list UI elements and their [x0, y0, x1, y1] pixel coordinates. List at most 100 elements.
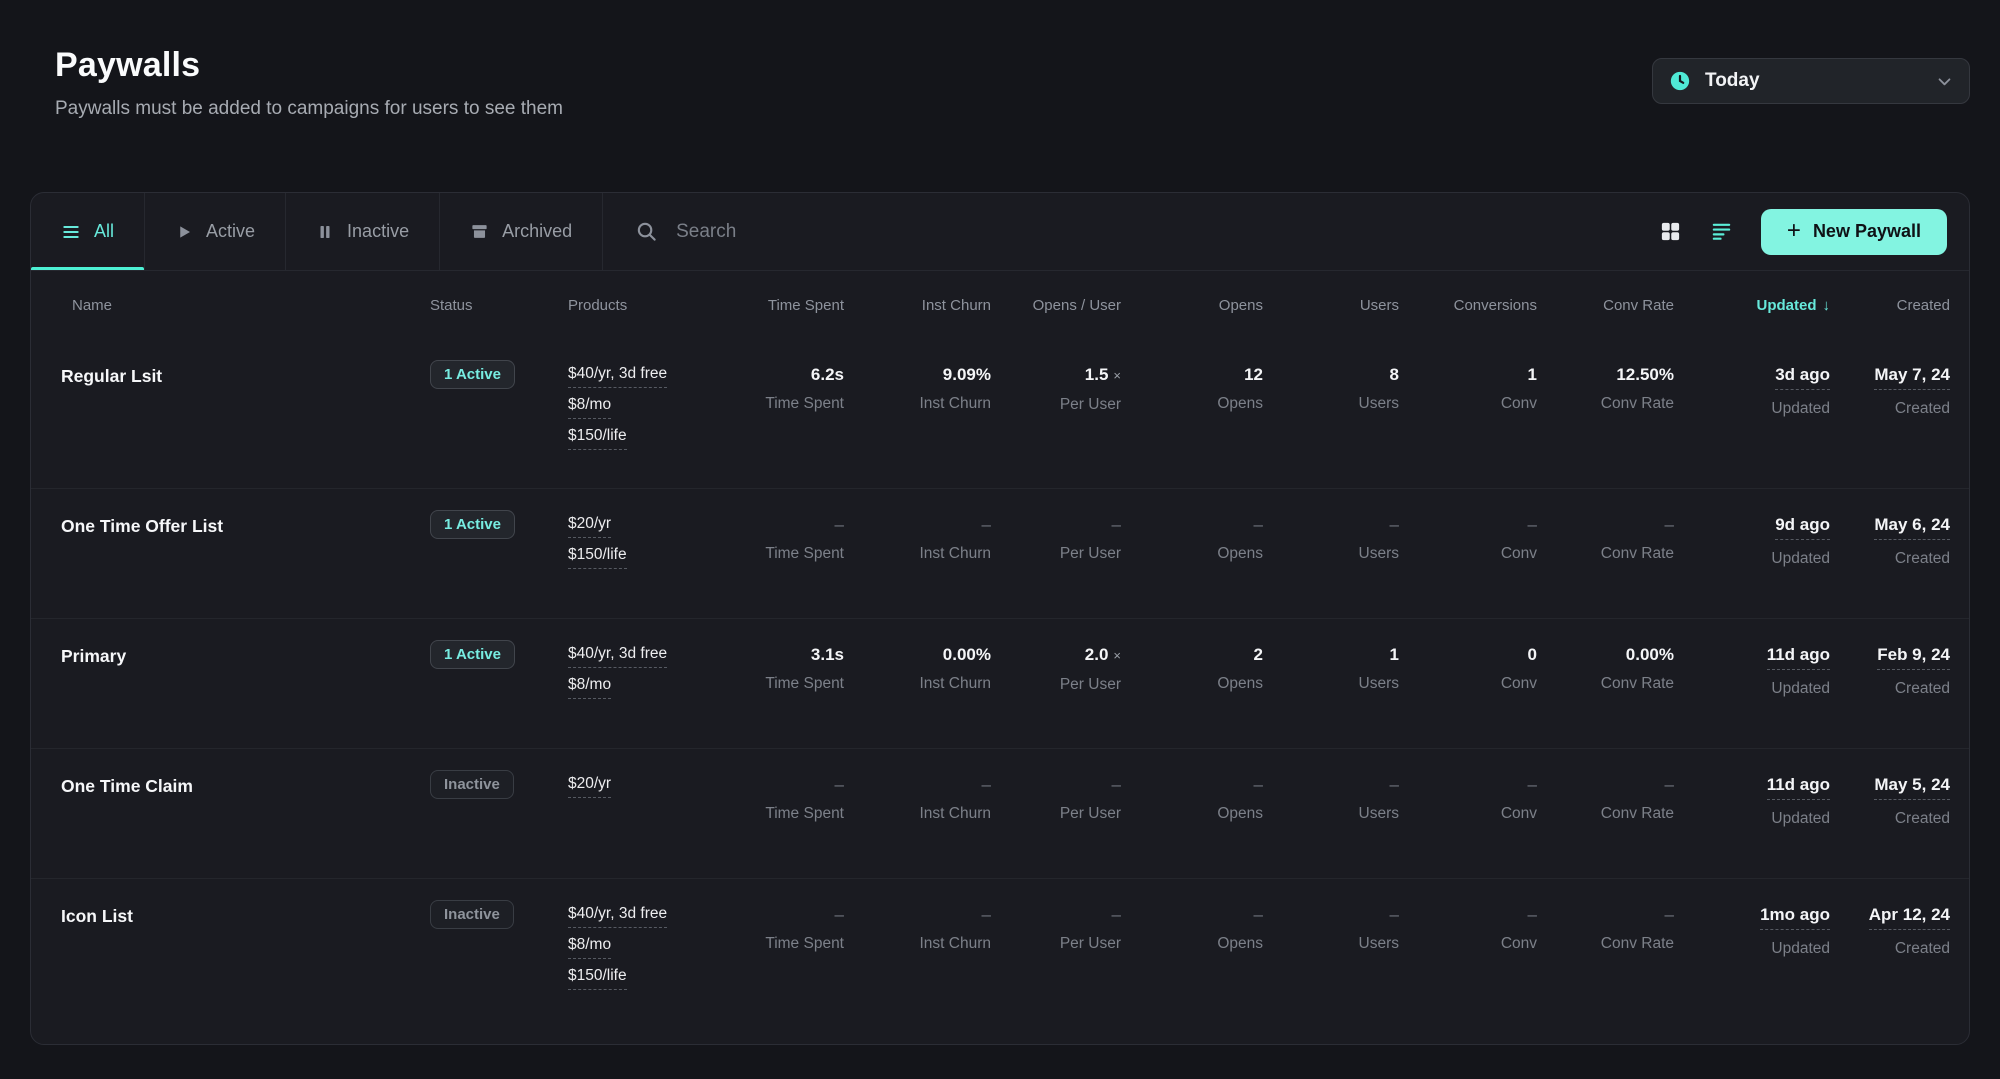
stat-cell-per-user: –Per User	[991, 775, 1121, 823]
stat-cell-conv: 1Conv	[1399, 365, 1537, 413]
stat-label: Opens	[1217, 395, 1263, 413]
date-filter-dropdown[interactable]: Today	[1652, 58, 1970, 104]
tab-label: Inactive	[347, 221, 409, 242]
product-item[interactable]: $150/life	[568, 427, 627, 450]
grid-view-icon[interactable]	[1659, 220, 1682, 243]
stat-label: Opens	[1217, 935, 1263, 953]
stat-value: –	[1254, 905, 1263, 925]
stat-cell-per-user: 1.5×Per User	[991, 365, 1121, 414]
stat-value: 1	[1528, 365, 1537, 385]
column-header-opens-user[interactable]: Opens / User	[991, 297, 1121, 314]
updated-cell: 3d agoUpdated	[1674, 365, 1830, 418]
created-value[interactable]: Apr 12, 24	[1869, 905, 1950, 930]
updated-value[interactable]: 9d ago	[1775, 515, 1830, 540]
table-row[interactable]: Primary1 Active $40/yr, 3d free $8/mo 3.1s T…	[31, 618, 1969, 748]
product-item[interactable]: $150/life	[568, 967, 627, 990]
new-paywall-button[interactable]: + New Paywall	[1761, 209, 1947, 255]
column-header-status[interactable]: Status	[430, 297, 568, 314]
table-row[interactable]: One Time ClaimInactive$20/yr–Time Spent–…	[31, 748, 1969, 878]
product-item[interactable]: $8/mo	[568, 676, 611, 699]
product-item[interactable]: $40/yr, 3d free	[568, 365, 667, 388]
name-cell: One Time Claim	[61, 775, 430, 797]
stat-cell-per-user: 2.0×Per User	[991, 645, 1121, 694]
created-value[interactable]: May 7, 24	[1874, 365, 1950, 390]
paywall-name: Icon List	[61, 906, 133, 926]
created-value[interactable]: May 5, 24	[1874, 775, 1950, 800]
list-view-icon[interactable]	[1710, 220, 1733, 243]
stat-label: Time Spent	[765, 545, 844, 563]
products-cell: $40/yr, 3d free $8/mo $150/life	[568, 365, 764, 458]
list-lines-icon	[61, 222, 81, 242]
tab-all[interactable]: All	[31, 193, 145, 270]
updated-cell: 1mo agoUpdated	[1674, 905, 1830, 958]
column-header-opens[interactable]: Opens	[1121, 297, 1263, 314]
created-cell: May 5, 24Created	[1830, 775, 1950, 828]
product-item[interactable]: $8/mo	[568, 396, 611, 419]
stat-value: 1	[1390, 645, 1399, 665]
tab-active[interactable]: Active	[145, 193, 286, 270]
search-input[interactable]	[676, 221, 1649, 243]
created-value[interactable]: Feb 9, 24	[1877, 645, 1950, 670]
stat-value: –	[835, 515, 844, 535]
products-cell: $40/yr, 3d free $8/mo $150/life	[568, 905, 764, 998]
product-item[interactable]: $8/mo	[568, 936, 611, 959]
products-cell: $20/yr	[568, 775, 764, 806]
stat-cell-per-user: –Per User	[991, 905, 1121, 953]
tab-archived[interactable]: Archived	[440, 193, 603, 270]
multiplier-suffix: ×	[1113, 368, 1121, 383]
stat-label: Updated	[1771, 550, 1830, 568]
stat-value: –	[982, 775, 991, 795]
column-header-conv-rate[interactable]: Conv Rate	[1537, 297, 1674, 314]
product-item[interactable]: $40/yr, 3d free	[568, 645, 667, 668]
paywalls-table-card: AllActiveInactiveArchived + New Paywall …	[30, 192, 1970, 1045]
table-row[interactable]: Icon List Inactive $40/yr, 3d free $8/mo $15…	[31, 878, 1969, 1028]
created-value[interactable]: May 6, 24	[1874, 515, 1950, 540]
tab-inactive[interactable]: Inactive	[286, 193, 440, 270]
page-header: Paywalls Paywalls must be added to campa…	[30, 0, 1970, 120]
column-header-inst-churn[interactable]: Inst Churn	[844, 297, 991, 314]
stat-value: –	[1665, 515, 1674, 535]
updated-value[interactable]: 3d ago	[1775, 365, 1830, 390]
status-cell: Inactive	[430, 775, 568, 799]
status-badge: 1 Active	[430, 640, 515, 669]
column-header-updated[interactable]: Updated↓	[1674, 297, 1830, 314]
name-cell: Primary	[61, 645, 430, 667]
stat-value: –	[1112, 905, 1121, 925]
updated-value[interactable]: 1mo ago	[1760, 905, 1830, 930]
column-header-created[interactable]: Created	[1830, 297, 1950, 314]
updated-cell: 11d agoUpdated	[1674, 775, 1830, 828]
stat-cell-users: –Users	[1263, 905, 1399, 953]
status-badge: Inactive	[430, 770, 514, 799]
updated-value[interactable]: 11d ago	[1767, 645, 1830, 670]
column-header-users[interactable]: Users	[1263, 297, 1399, 314]
stat-value: –	[1254, 515, 1263, 535]
product-item[interactable]: $20/yr	[568, 775, 611, 798]
table-toolbar: AllActive Inactive Archived + New Paywall	[31, 193, 1969, 271]
paywall-name: Regular Lsit	[61, 366, 162, 386]
stat-value: 3.1s	[811, 645, 844, 665]
product-item[interactable]: $150/life	[568, 546, 627, 569]
stat-value: 12	[1244, 365, 1263, 385]
product-item[interactable]: $40/yr, 3d free	[568, 905, 667, 928]
updated-value[interactable]: 11d ago	[1767, 775, 1830, 800]
column-header-products[interactable]: Products	[568, 297, 764, 314]
stat-label: Created	[1895, 550, 1950, 568]
stat-label: Conv	[1501, 545, 1537, 563]
status-badge: Inactive	[430, 900, 514, 929]
stat-label: Per User	[1060, 396, 1121, 414]
stat-cell-per-user: –Per User	[991, 515, 1121, 563]
product-item[interactable]: $20/yr	[568, 515, 611, 538]
stat-cell-conv: –Conv	[1399, 905, 1537, 953]
column-header-time-spent[interactable]: Time Spent	[764, 297, 844, 314]
column-header-name[interactable]: Name	[61, 297, 430, 314]
stat-value: –	[982, 515, 991, 535]
table-row[interactable]: Regular Lsit1 Active$40/yr, 3d free$8/mo…	[31, 339, 1969, 488]
stat-cell-conv-rate: 12.50%Conv Rate	[1537, 365, 1674, 413]
table-row[interactable]: One Time Offer List1 Active$20/yr$150/li…	[31, 488, 1969, 618]
stat-cell-conv-rate: 0.00%Conv Rate	[1537, 645, 1674, 693]
archive-icon	[470, 222, 489, 241]
stat-label: Created	[1895, 680, 1950, 698]
stat-label: Time Spent	[765, 675, 844, 693]
column-header-conversions[interactable]: Conversions	[1399, 297, 1537, 314]
stat-label: Conv Rate	[1601, 395, 1674, 413]
